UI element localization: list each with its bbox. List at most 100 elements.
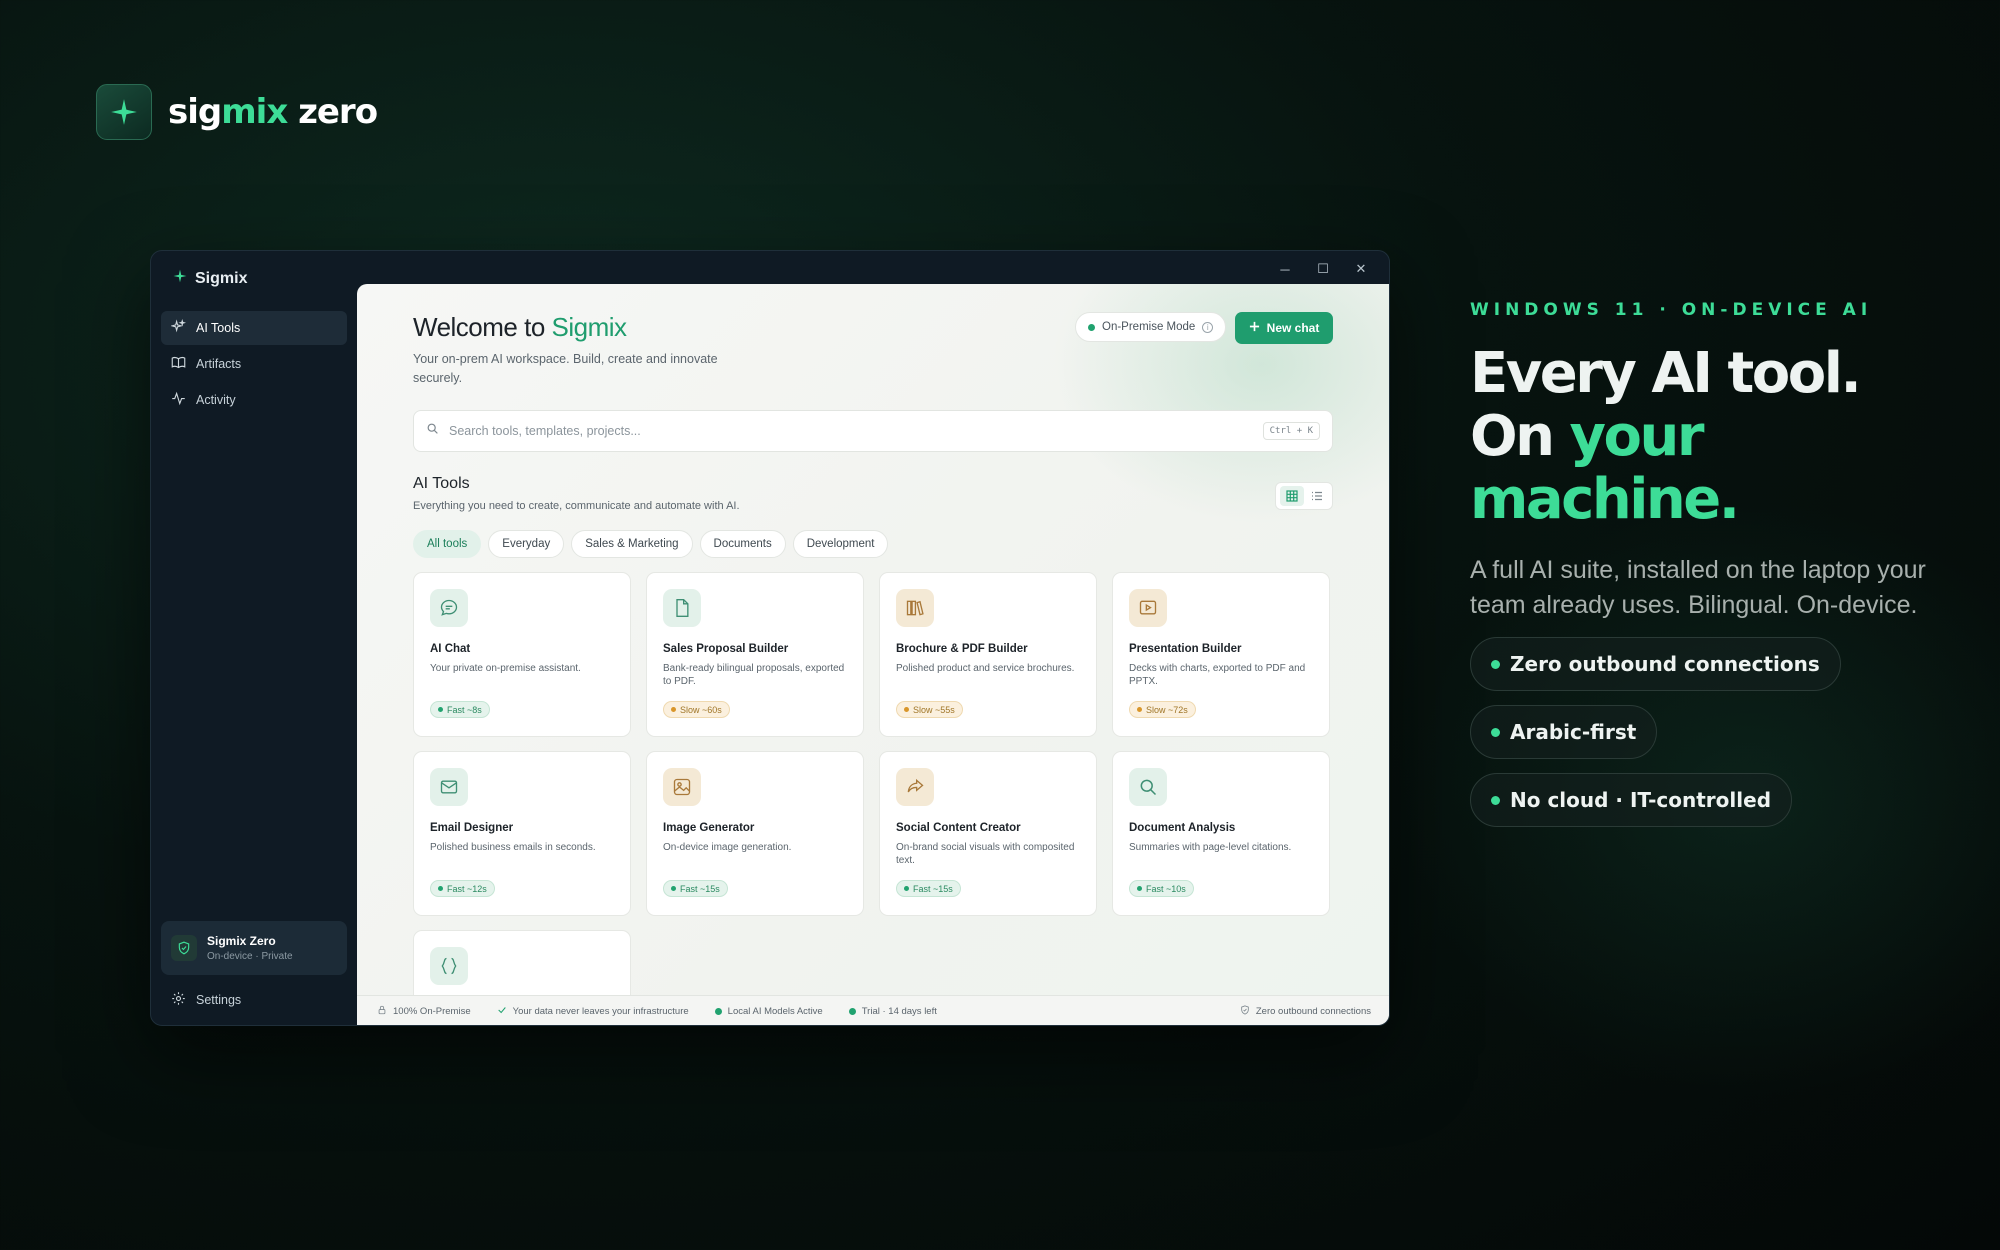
plus-icon: [1249, 321, 1260, 335]
tool-card-presentation-builder[interactable]: Presentation Builder Decks with charts, …: [1112, 572, 1330, 737]
sparkle-icon: [170, 318, 187, 337]
share-icon: [896, 768, 934, 806]
tool-card-social-content-creator[interactable]: Social Content Creator On-brand social v…: [879, 751, 1097, 916]
tool-description: Your private on-premise assistant.: [430, 663, 581, 674]
document-icon: [663, 589, 701, 627]
speed-badge: Fast ~10s: [1129, 880, 1194, 897]
tool-description: Polished product and service brochures.: [896, 663, 1075, 674]
list-view-icon[interactable]: [1305, 486, 1329, 506]
tools-grid: AI Chat Your private on-premise assistan…: [413, 572, 1335, 1000]
speed-badge: Slow ~72s: [1129, 701, 1196, 718]
sidebar-item-ai-tools[interactable]: AI Tools: [161, 311, 347, 345]
status-dot: [714, 1008, 722, 1015]
filter-development[interactable]: Development: [792, 530, 889, 558]
tool-description: Bank-ready bilingual proposals, exported…: [663, 663, 845, 687]
tool-card-ai-chat[interactable]: AI Chat Your private on-premise assistan…: [413, 572, 631, 737]
status-trial: Trial · 14 days left: [848, 1006, 937, 1017]
tool-description: On-brand social visuals with composited …: [896, 842, 1075, 866]
section-subtitle: Everything you need to create, communica…: [413, 500, 740, 512]
mode-label: On-Premise Mode: [1102, 321, 1196, 333]
minimize-button[interactable]: ─: [1269, 257, 1301, 281]
view-toggle: [1275, 482, 1333, 510]
status-on-premise: 100% On-Premise: [377, 1005, 471, 1018]
library-icon: [896, 589, 934, 627]
feature-pills: Zero outbound connections Arabic-first N…: [1470, 637, 1940, 841]
speed-badge: Slow ~60s: [663, 701, 730, 718]
check-icon: [497, 1005, 507, 1018]
account-name: Sigmix Zero: [207, 934, 276, 948]
main-content: Welcome to Sigmix Your on-prem AI worksp…: [357, 284, 1389, 1025]
section-title: AI Tools: [413, 475, 470, 492]
page-subtitle: Your on-prem AI workspace. Build, create…: [413, 352, 718, 385]
hero-section: WINDOWS 11 · ON-DEVICE AI Every AI tool.…: [1470, 300, 1940, 841]
sidebar: Sigmix AI Tools Artifacts Activity Sigmi…: [151, 251, 357, 1025]
maximize-button[interactable]: ☐: [1307, 257, 1339, 281]
on-premise-mode-badge[interactable]: On-Premise Mode i: [1075, 312, 1227, 342]
tool-title: Sales Proposal Builder: [663, 643, 789, 655]
speed-badge: Fast ~8s: [430, 701, 490, 718]
lock-icon: [377, 1005, 387, 1018]
filter-documents[interactable]: Documents: [699, 530, 786, 558]
shield-icon: [171, 935, 197, 961]
tool-title: Email Designer: [430, 822, 514, 834]
tool-card-image-generator[interactable]: Image Generator On-device image generati…: [646, 751, 864, 916]
feature-pill: Zero outbound connections: [1470, 637, 1841, 691]
settings-label: Settings: [196, 993, 242, 1007]
sidebar-item-artifacts[interactable]: Artifacts: [161, 347, 347, 381]
sidebar-item-label: Activity: [196, 393, 236, 407]
sidebar-item-activity[interactable]: Activity: [161, 383, 347, 417]
search-input[interactable]: Search tools, templates, projects... Ctr…: [413, 410, 1333, 452]
status-models: Local AI Models Active: [714, 1006, 823, 1017]
sidebar-nav: AI Tools Artifacts Activity: [161, 311, 347, 419]
app-title: Sigmix: [173, 269, 247, 288]
new-chat-label: New chat: [1266, 321, 1320, 335]
window-controls: ─ ☐ ✕: [1269, 257, 1377, 281]
new-chat-button[interactable]: New chat: [1235, 312, 1333, 344]
app-window: ─ ☐ ✕ Sigmix AI Tools Artifacts Activity: [150, 250, 1390, 1026]
filter-all-tools[interactable]: All tools: [413, 530, 482, 558]
status-bar: 100% On-Premise Your data never leaves y…: [357, 995, 1389, 1025]
hero-kicker: WINDOWS 11 · ON-DEVICE AI: [1470, 300, 1873, 320]
keyboard-shortcut: Ctrl + K: [1262, 422, 1320, 440]
filter-chips: All tools Everyday Sales & Marketing Doc…: [413, 530, 889, 558]
presentation-icon: [1129, 589, 1167, 627]
speed-badge: Slow ~55s: [896, 701, 963, 718]
mail-icon: [430, 768, 468, 806]
speed-badge: Fast ~15s: [663, 880, 728, 897]
feature-pill: Arabic-first: [1470, 705, 1658, 759]
tool-card-document-analysis[interactable]: Document Analysis Summaries with page-le…: [1112, 751, 1330, 916]
grid-view-icon[interactable]: [1279, 486, 1304, 506]
search-icon: [1129, 768, 1167, 806]
tool-title: AI Chat: [430, 643, 471, 655]
close-button[interactable]: ✕: [1345, 257, 1377, 281]
account-subtitle: On-device · Private: [207, 951, 293, 962]
speed-badge: Fast ~12s: [430, 880, 495, 897]
feature-pill: No cloud · IT-controlled: [1470, 773, 1793, 827]
status-dot: [1088, 323, 1095, 331]
brand-wordmark: sigmix zero: [168, 92, 378, 132]
settings-button[interactable]: Settings: [171, 991, 241, 1009]
tool-card-code[interactable]: [413, 930, 631, 1000]
filter-sales-marketing[interactable]: Sales & Marketing: [571, 530, 693, 558]
code-braces-icon: [430, 947, 468, 985]
sidebar-item-label: AI Tools: [196, 321, 241, 335]
account-card[interactable]: Sigmix Zero On-device · Private: [161, 921, 347, 975]
sparkle-logo-icon: [96, 84, 152, 140]
hero-headline: Every AI tool. On your machine.: [1470, 341, 1862, 532]
tool-description: Polished business emails in seconds.: [430, 842, 596, 853]
tool-description: Decks with charts, exported to PDF and P…: [1129, 663, 1306, 687]
tool-card-brochure-pdf-builder[interactable]: Brochure & PDF Builder Polished product …: [879, 572, 1097, 737]
brand-logo: sigmix zero: [96, 84, 378, 140]
search-icon: [426, 422, 439, 440]
book-icon: [171, 355, 186, 373]
gear-icon: [171, 991, 186, 1009]
info-icon[interactable]: i: [1202, 321, 1214, 333]
hero-lead: A full AI suite, installed on the laptop…: [1470, 556, 1926, 619]
tool-card-sales-proposal-builder[interactable]: Sales Proposal Builder Bank-ready biling…: [646, 572, 864, 737]
activity-icon: [171, 391, 186, 409]
filter-everyday[interactable]: Everyday: [488, 530, 565, 558]
tool-card-email-designer[interactable]: Email Designer Polished business emails …: [413, 751, 631, 916]
status-outbound: Zero outbound connections: [1240, 1005, 1371, 1018]
sparkle-icon: [173, 269, 187, 288]
shield-icon: [1240, 1005, 1250, 1018]
